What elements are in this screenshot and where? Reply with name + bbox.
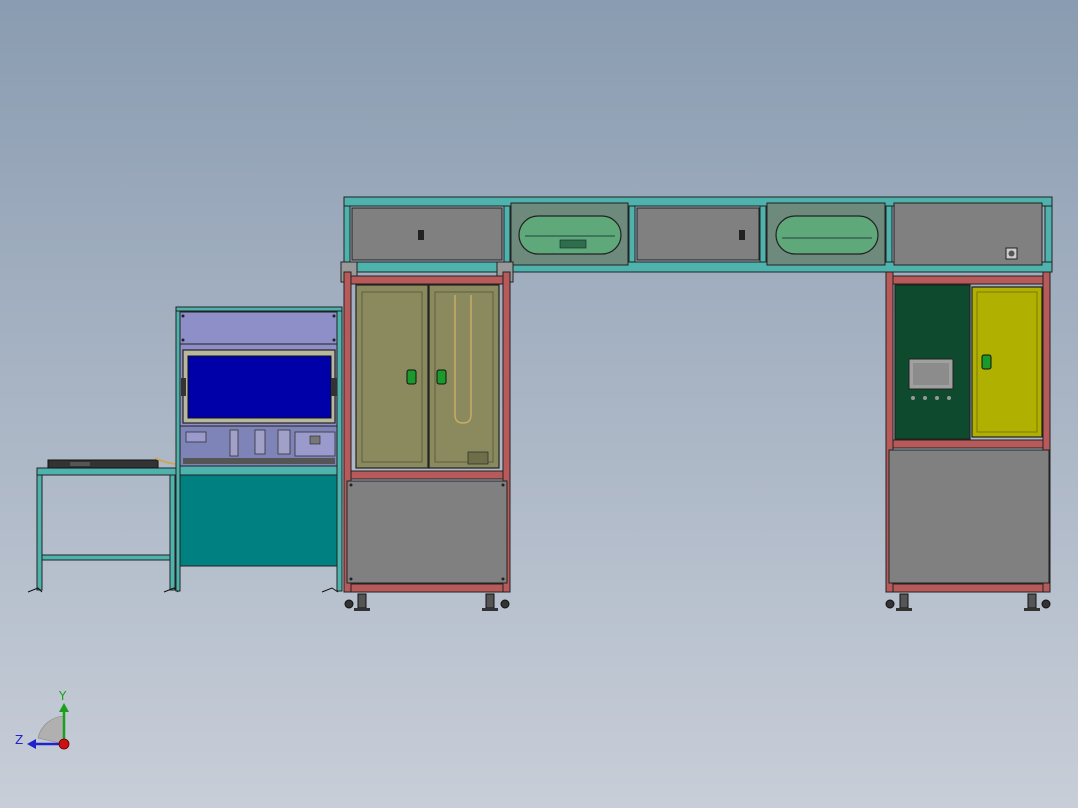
y-axis-label: Y bbox=[58, 689, 67, 703]
z-axis-label: Z bbox=[15, 733, 23, 747]
inspection-cabinet[interactable] bbox=[175, 306, 343, 593]
conveyor-belt bbox=[47, 459, 159, 469]
overhead-gantry[interactable] bbox=[340, 196, 1053, 283]
indicator-light-icon bbox=[923, 396, 927, 400]
inspection-window-2 bbox=[775, 215, 879, 255]
left-tower-cabinet[interactable] bbox=[343, 271, 511, 611]
door-handle-icon[interactable] bbox=[981, 354, 992, 370]
top-cover-panel bbox=[179, 311, 338, 345]
lower-storage-panel bbox=[346, 480, 508, 584]
inspection-window-1 bbox=[518, 215, 622, 255]
conveyor-table[interactable] bbox=[27, 457, 179, 593]
assembly-drawing: Y Z bbox=[15, 196, 1053, 750]
lower-teal-panel bbox=[179, 474, 338, 567]
caster-icon bbox=[1041, 599, 1051, 609]
door-handle-icon[interactable] bbox=[436, 369, 447, 385]
blue-screen bbox=[187, 355, 332, 419]
axis-triad: Y Z bbox=[15, 689, 70, 750]
lower-storage-panel bbox=[888, 449, 1050, 584]
x-axis-origin bbox=[58, 738, 70, 750]
caster-icon bbox=[500, 599, 510, 609]
caster-icon bbox=[885, 599, 895, 609]
beam-control-panel bbox=[893, 202, 1043, 266]
right-tower-cabinet[interactable] bbox=[885, 271, 1051, 611]
cad-viewport[interactable]: Y Z bbox=[0, 0, 1078, 808]
beam-access-panel-1 bbox=[351, 207, 503, 261]
door-handle-icon[interactable] bbox=[406, 369, 417, 385]
left-door[interactable] bbox=[355, 284, 429, 469]
indicator-light-icon bbox=[911, 396, 915, 400]
indicator-light-icon bbox=[947, 396, 951, 400]
caster-icon bbox=[344, 599, 354, 609]
indicator-light-icon bbox=[935, 396, 939, 400]
